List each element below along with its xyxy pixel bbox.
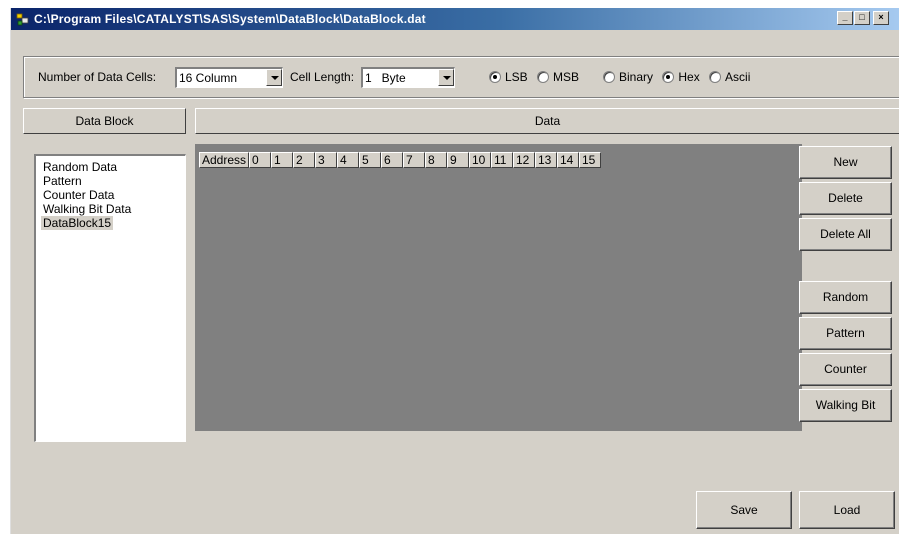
delete-button[interactable]: Delete — [799, 182, 892, 215]
radio-binary[interactable]: Binary — [603, 70, 653, 84]
chevron-down-icon[interactable] — [438, 69, 454, 86]
grid-header-col: 7 — [403, 152, 425, 168]
list-item[interactable]: Pattern — [41, 174, 84, 188]
data-grid[interactable]: Address 0 1 2 3 4 5 6 7 8 9 10 11 12 13 … — [195, 144, 802, 431]
grid-header-col: 4 — [337, 152, 359, 168]
cell-length-label: Cell Length: — [290, 70, 355, 84]
datablock-window: C:\Program Files\CATALYST\SAS\System\Dat… — [10, 8, 899, 534]
grid-header-col: 8 — [425, 152, 447, 168]
data-header: Data — [195, 108, 899, 134]
save-button[interactable]: Save — [696, 491, 792, 529]
counter-button[interactable]: Counter — [799, 353, 892, 386]
radio-lsb[interactable]: LSB — [489, 70, 528, 84]
radio-button-icon[interactable] — [709, 71, 722, 83]
grid-header-col: 11 — [491, 152, 513, 168]
chevron-down-icon[interactable] — [266, 69, 282, 86]
list-item[interactable]: Walking Bit Data — [41, 202, 133, 216]
list-item[interactable]: Random Data — [41, 160, 119, 174]
grid-header-col: 10 — [469, 152, 491, 168]
grid-header-col: 14 — [557, 152, 579, 168]
grid-header-col: 6 — [381, 152, 403, 168]
grid-header-col: 9 — [447, 152, 469, 168]
radio-hex[interactable]: Hex — [662, 70, 700, 84]
grid-header-col: 0 — [249, 152, 271, 168]
app-icon — [16, 13, 29, 26]
delete-all-button[interactable]: Delete All — [799, 218, 892, 251]
walking-bit-button[interactable]: Walking Bit — [799, 389, 892, 422]
grid-header-col: 2 — [293, 152, 315, 168]
num-cells-value: 16 Column — [179, 71, 238, 85]
radio-button-icon[interactable] — [662, 71, 675, 83]
bit-order-radio-group: LSB MSB — [489, 70, 585, 90]
num-cells-combo[interactable]: 16 Column — [175, 67, 283, 88]
radio-ascii-label: Ascii — [725, 70, 751, 84]
settings-groupbox: Number of Data Cells: 16 Column Cell Len… — [23, 56, 899, 98]
close-button[interactable]: × — [873, 11, 889, 25]
radio-ascii[interactable]: Ascii — [709, 70, 750, 84]
load-button[interactable]: Load — [799, 491, 895, 529]
grid-header-col: 12 — [513, 152, 535, 168]
data-block-list[interactable]: Random Data Pattern Counter Data Walking… — [34, 154, 186, 442]
random-button[interactable]: Random — [799, 281, 892, 314]
grid-header-col: 1 — [271, 152, 293, 168]
new-button[interactable]: New — [799, 146, 892, 179]
cell-length-combo[interactable]: 1 Byte — [361, 67, 455, 88]
grid-header-col: 15 — [579, 152, 601, 168]
title-bar[interactable]: C:\Program Files\CATALYST\SAS\System\Dat… — [11, 8, 899, 30]
grid-header-col: 3 — [315, 152, 337, 168]
radio-button-icon[interactable] — [489, 71, 501, 83]
radio-lsb-label: LSB — [505, 70, 528, 84]
grid-header-address: Address — [199, 152, 249, 168]
radio-binary-label: Binary — [619, 70, 654, 84]
grid-header-col: 13 — [535, 152, 557, 168]
radio-button-icon[interactable] — [537, 71, 550, 83]
num-cells-label: Number of Data Cells: — [38, 70, 157, 84]
list-item-selected[interactable]: DataBlock15 — [41, 216, 114, 230]
grid-header-col: 5 — [359, 152, 381, 168]
pattern-button[interactable]: Pattern — [799, 317, 892, 350]
window-title: C:\Program Files\CATALYST\SAS\System\Dat… — [34, 12, 426, 26]
list-item[interactable]: Counter Data — [41, 188, 116, 202]
radio-hex-label: Hex — [678, 70, 700, 84]
maximize-button[interactable]: □ — [854, 11, 870, 25]
data-block-header: Data Block — [23, 108, 186, 134]
radio-msb[interactable]: MSB — [537, 70, 579, 84]
radio-msb-label: MSB — [553, 70, 580, 84]
radio-button-icon[interactable] — [603, 71, 615, 83]
format-radio-group: Binary Hex Ascii — [603, 70, 756, 90]
cell-length-value: 1 Byte — [365, 71, 406, 85]
minimize-button[interactable]: _ — [837, 11, 853, 25]
